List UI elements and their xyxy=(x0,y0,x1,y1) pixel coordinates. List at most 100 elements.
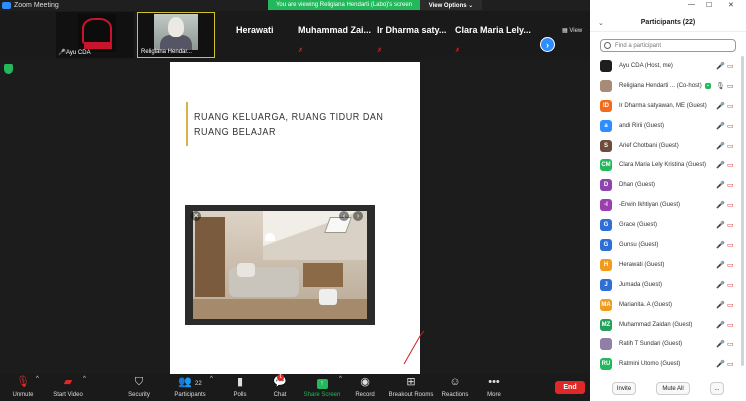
audio-options-chevron-icon[interactable]: ^ xyxy=(36,376,39,382)
reactions-button[interactable]: ☺ Reactions xyxy=(440,376,470,398)
mic-muted-icon: 🎤 xyxy=(716,102,725,110)
participants-chevron-icon[interactable]: ^ xyxy=(210,376,213,382)
sharing-badge: ▪ xyxy=(705,82,711,89)
view-button[interactable]: ▦ View xyxy=(562,27,582,34)
video-tile-ayu[interactable]: 🎤̸ Ayu CDA xyxy=(56,12,134,58)
video-strip: 🎤̸ Ayu CDA Religiana Hendar... Herawati … xyxy=(0,11,590,60)
close-window-icon[interactable]: ✕ xyxy=(728,1,734,9)
mic-muted-icon: ✗ xyxy=(298,48,304,54)
slide-photo: ✕ ‹ › xyxy=(185,205,375,325)
participant-row[interactable]: -I -Erwin Ikhtiyan (Guest) 🎤 ▭ xyxy=(590,195,746,215)
mic-muted-icon: 🎤 xyxy=(716,202,725,210)
video-off-icon: ▭ xyxy=(727,281,734,289)
participants-button[interactable]: 👥 22 Participants xyxy=(170,376,210,398)
share-screen-button[interactable]: ↑ Share Screen xyxy=(302,376,342,398)
share-banner-message: You are viewing Religiana Hendarti (Labo… xyxy=(268,0,420,10)
panel-scrollbar[interactable] xyxy=(741,56,744,366)
zoom-logo-icon xyxy=(2,2,11,9)
close-icon[interactable]: ✕ xyxy=(191,211,201,221)
video-off-icon: ▭ xyxy=(727,122,734,130)
avatar: RU xyxy=(600,358,612,371)
maximize-icon[interactable]: ☐ xyxy=(706,1,712,9)
avatar: H xyxy=(600,258,612,271)
video-tile-dharma[interactable]: Ir Dharma saty... xyxy=(377,25,446,35)
participant-row[interactable]: CM Clara Maria Lely Kristina (Guest) 🎤 ▭ xyxy=(590,155,746,175)
video-tile-herawati[interactable]: Herawati xyxy=(236,25,274,35)
avatar: G xyxy=(600,219,612,232)
share-options-chevron-icon[interactable]: ^ xyxy=(339,376,342,382)
video-off-icon: ▭ xyxy=(727,202,734,210)
more-button[interactable]: ••• More xyxy=(482,376,506,398)
participant-row[interactable]: Ratih T Sundari (Guest) 🎤 ▭ xyxy=(590,334,746,354)
avatar: G xyxy=(600,238,612,251)
video-tile-religiana[interactable]: Religiana Hendar... xyxy=(137,12,215,58)
participant-row[interactable]: G Gunsu (Guest) 🎤 ▭ xyxy=(590,235,746,255)
participant-row[interactable]: D Dhan (Guest) 🎤 ▭ xyxy=(590,175,746,195)
video-off-icon: ▭ xyxy=(727,241,734,249)
participant-row[interactable]: J Jumada (Guest) 🎤 ▭ xyxy=(590,275,746,295)
video-off-icon: ▭ xyxy=(727,162,734,170)
end-meeting-button[interactable]: End xyxy=(555,381,585,394)
mic-muted-icon: 🎤 xyxy=(716,162,725,170)
chevron-down-icon[interactable]: ⌄ xyxy=(598,19,604,27)
unmute-button[interactable]: 🎙 Unmute xyxy=(8,376,38,398)
participant-row[interactable]: RU Ratmini Utomo (Guest) 🎤 ▭ xyxy=(590,354,746,374)
chat-button[interactable]: 💬 1 Chat xyxy=(268,374,292,398)
avatar: MA xyxy=(600,298,612,311)
avatar: S xyxy=(600,139,612,152)
participant-name: andi Ririi (Guest) xyxy=(619,122,665,129)
video-off-icon: ▭ xyxy=(727,62,734,70)
chevron-right-icon[interactable]: › xyxy=(353,211,363,221)
avatar xyxy=(600,338,612,351)
video-on-icon: ▭ xyxy=(727,82,734,90)
avatar xyxy=(600,59,612,72)
participant-row[interactable]: G Grace (Guest) 🎤 ▭ xyxy=(590,215,746,235)
annotation-pen-stroke xyxy=(403,330,425,365)
participant-name: Grace (Guest) xyxy=(619,222,658,229)
video-tile-clara[interactable]: Clara Maria Lely... xyxy=(455,25,531,35)
mic-muted-icon: 🎤̸ xyxy=(58,50,66,56)
security-button[interactable]: ⛉ Security xyxy=(124,376,154,398)
profile-logo xyxy=(78,14,116,52)
participant-row[interactable]: Ayu CDA (Host, me) 🎤 ▭ xyxy=(590,56,746,76)
participant-name: Ir Dharma satyawan, ME (Guest) xyxy=(619,102,707,109)
video-off-icon: ▭ xyxy=(727,261,734,269)
participant-name: Gunsu (Guest) xyxy=(619,241,659,248)
video-off-icon: ▰ xyxy=(63,376,73,388)
minimize-icon[interactable]: — xyxy=(688,1,695,8)
search-icon xyxy=(604,42,611,49)
start-video-button[interactable]: ▰ Start Video xyxy=(48,376,88,398)
presentation-slide: RUANG KELUARGA, RUANG TIDUR DAN RUANG BE… xyxy=(170,62,420,374)
zoom-window: Zoom Meeting You are viewing Religiana H… xyxy=(0,0,746,401)
people-icon: 👥 22 xyxy=(178,376,202,388)
participant-row[interactable]: H Herawati (Guest) 🎤 ▭ xyxy=(590,255,746,275)
next-page-icon[interactable]: › xyxy=(540,37,555,52)
chevron-left-icon[interactable]: ‹ xyxy=(339,211,349,221)
participant-name: Clara Maria Lely Kristina (Guest) xyxy=(619,162,707,169)
participant-row[interactable]: a andi Ririi (Guest) 🎤 ▭ xyxy=(590,116,746,136)
participant-row[interactable]: S Arief Chotbani (Guest) 🎤 ▭ xyxy=(590,136,746,156)
search-input[interactable]: Find a participant xyxy=(600,39,736,52)
record-button[interactable]: ◉ Record xyxy=(352,376,378,398)
mute-all-button[interactable]: Mute All xyxy=(656,382,690,395)
participant-name: Muhammad Zaidan (Guest) xyxy=(619,321,693,328)
participant-row[interactable]: MZ Muhammad Zaidan (Guest) 🎤 ▭ xyxy=(590,315,746,335)
view-options-button[interactable]: View Options ⌄ xyxy=(420,0,482,10)
mic-muted-icon: 🎤 xyxy=(716,241,725,249)
polls-button[interactable]: ▮ Polls xyxy=(228,376,252,398)
mic-muted-icon: ✗ xyxy=(377,48,383,54)
video-tile-muhammad[interactable]: Muhammad Zai... xyxy=(298,25,371,35)
video-options-chevron-icon[interactable]: ^ xyxy=(83,376,86,382)
shield-icon[interactable] xyxy=(4,64,13,74)
participant-name: Dhan (Guest) xyxy=(619,182,656,189)
participant-row[interactable]: Religiana Hendarti ... (Co-host) ▪ 🎙 ▭ xyxy=(590,76,746,96)
video-off-icon: ▭ xyxy=(727,321,734,329)
participant-row[interactable]: MA Marianita. A (Guest) 🎤 ▭ xyxy=(590,295,746,315)
more-options-button[interactable]: ... xyxy=(710,382,724,395)
mic-muted-icon: ✗ xyxy=(455,48,461,54)
chat-icon: 💬 1 xyxy=(273,374,287,388)
invite-button[interactable]: Invite xyxy=(612,382,636,395)
participant-row[interactable]: ID Ir Dharma satyawan, ME (Guest) 🎤 ▭ xyxy=(590,96,746,116)
meeting-toolbar: 🎙 Unmute ^ ▰ Start Video ^ ⛉ Security 👥 … xyxy=(0,374,590,401)
breakout-rooms-button[interactable]: ⊞ Breakout Rooms xyxy=(388,376,434,398)
